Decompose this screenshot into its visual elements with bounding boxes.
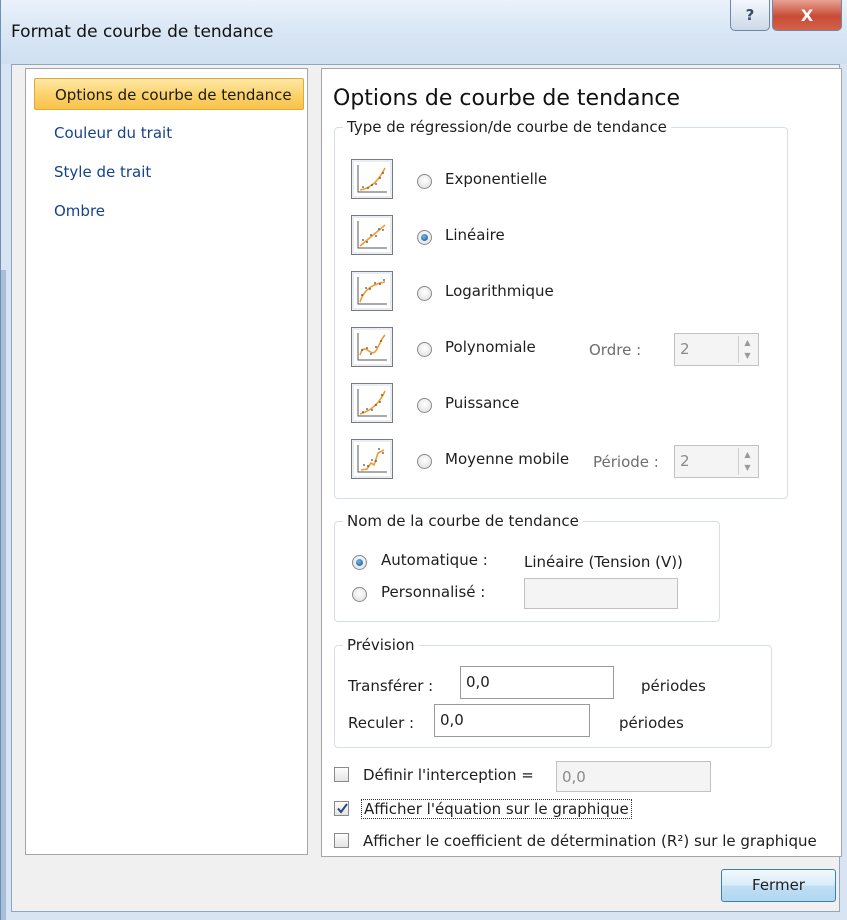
chevron-down-icon[interactable]: ▼ [739, 349, 756, 362]
backward-label: Reculer : [348, 714, 415, 732]
chevron-up-icon[interactable]: ▲ [739, 336, 756, 349]
automatic-name-value: Linéaire (Tension (V)) [524, 553, 683, 571]
backward-unit: périodes [619, 714, 684, 732]
period-value: 2 [680, 452, 690, 470]
logarithmic-trend-icon[interactable] [351, 271, 393, 311]
group-legend: Type de régression/de courbe de tendance [347, 118, 667, 136]
forward-value: 0,0 [466, 673, 490, 691]
period-stepper-arrows[interactable]: ▲ ▼ [738, 448, 756, 475]
show-equation-label: Afficher l'équation sur le graphique [361, 799, 632, 819]
close-window-button[interactable]: X [772, 0, 842, 31]
sidebar-item-label: Options de courbe de tendance [55, 86, 292, 104]
show-r2-label: Afficher le coefficient de détermination… [363, 832, 817, 850]
exponential-trend-icon[interactable] [351, 159, 393, 199]
group-legend: Prévision [347, 636, 415, 654]
intercept-input[interactable]: 0,0 [556, 761, 711, 792]
intercept-value: 0,0 [562, 768, 586, 786]
period-stepper[interactable]: 2 ▲ ▼ [674, 445, 759, 478]
order-stepper-arrows[interactable]: ▲ ▼ [738, 336, 756, 363]
power-radio[interactable] [417, 398, 432, 413]
linear-trend-icon[interactable] [351, 215, 393, 255]
chevron-up-icon[interactable]: ▲ [739, 448, 756, 461]
custom-name-radio[interactable] [352, 587, 367, 602]
window-edge [1, 270, 6, 920]
dialog-window: Format de courbe de tendance ? X Options… [0, 0, 847, 920]
linear-radio[interactable] [417, 230, 432, 245]
help-icon: ? [745, 6, 755, 24]
order-stepper[interactable]: 2 ▲ ▼ [674, 333, 759, 366]
sidebar-item-label: Ombre [54, 202, 106, 220]
forward-label: Transférer : [348, 677, 434, 695]
power-trend-icon[interactable] [351, 383, 393, 423]
intercept-label: Définir l'interception = [363, 766, 534, 784]
group-legend: Nom de la courbe de tendance [347, 512, 579, 530]
order-value: 2 [680, 340, 690, 358]
forward-input[interactable]: 0,0 [460, 666, 614, 699]
regression-type-group: Type de régression/de courbe de tendance [334, 118, 788, 499]
page-title: Options de courbe de tendance [333, 86, 681, 111]
exponential-radio[interactable] [417, 174, 432, 189]
logarithmic-label: Logarithmique [445, 282, 554, 300]
order-label: Ordre : [589, 341, 642, 359]
show-equation-checkbox[interactable] [334, 801, 349, 816]
polynomial-radio[interactable] [417, 342, 432, 357]
backward-value: 0,0 [440, 711, 464, 729]
period-label: Période : [593, 453, 659, 471]
chevron-down-icon[interactable]: ▼ [739, 461, 756, 474]
exponential-label: Exponentielle [445, 170, 548, 188]
title-bar: Format de courbe de tendance ? X [1, 0, 847, 64]
custom-name-input[interactable] [524, 578, 678, 609]
sidebar-item-shadow[interactable]: Ombre [34, 195, 304, 227]
close-icon: X [800, 5, 814, 25]
moving-average-label: Moyenne mobile [445, 450, 570, 468]
moving-average-radio[interactable] [417, 454, 432, 469]
polynomial-label: Polynomiale [445, 338, 536, 356]
forward-unit: périodes [641, 677, 706, 695]
close-button[interactable]: Fermer [721, 869, 836, 902]
help-button[interactable]: ? [730, 0, 770, 31]
backward-input[interactable]: 0,0 [434, 704, 590, 737]
logarithmic-radio[interactable] [417, 286, 432, 301]
sidebar-item-line-style[interactable]: Style de trait [34, 156, 304, 188]
checkmark-icon [337, 803, 348, 814]
sidebar-item-line-color[interactable]: Couleur du trait [34, 117, 304, 149]
automatic-name-radio[interactable] [352, 555, 367, 570]
custom-name-label: Personnalisé : [381, 583, 486, 601]
moving-average-trend-icon[interactable] [351, 439, 393, 479]
window-title: Format de courbe de tendance [11, 22, 274, 42]
automatic-name-label: Automatique : [381, 551, 488, 569]
show-r2-checkbox[interactable] [334, 833, 349, 848]
sidebar-item-label: Couleur du trait [54, 124, 173, 142]
sidebar-item-label: Style de trait [54, 163, 152, 181]
sidebar-item-trendline-options[interactable]: Options de courbe de tendance [34, 78, 304, 110]
polynomial-trend-icon[interactable] [351, 327, 393, 367]
category-sidebar: Options de courbe de tendance Couleur du… [25, 68, 308, 855]
intercept-checkbox[interactable] [334, 767, 349, 782]
power-label: Puissance [445, 394, 520, 412]
linear-label: Linéaire [445, 226, 505, 244]
